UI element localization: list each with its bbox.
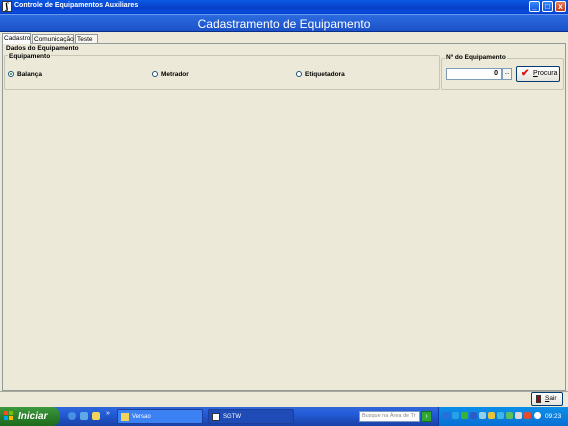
task-versao[interactable]: Versao <box>117 409 203 424</box>
radio-indicator <box>152 71 158 77</box>
radio-balanca[interactable]: Balança <box>8 71 42 79</box>
clock: 09:23 <box>545 413 562 420</box>
windows-logo-icon <box>4 411 14 421</box>
task-versao-label: Versao <box>132 414 151 420</box>
radio-metrador[interactable]: Metrador <box>152 71 189 79</box>
tray-icon[interactable] <box>497 412 504 419</box>
minimize-button[interactable]: _ <box>529 1 540 12</box>
window-title: Controle de Equipamentos Auxiliares <box>14 2 139 9</box>
search-go-button[interactable]: › <box>421 411 432 422</box>
folder-icon[interactable] <box>92 412 100 420</box>
quicklaunch-icon[interactable] <box>80 412 88 420</box>
equipment-number-input[interactable]: 0 <box>446 68 502 80</box>
equipment-data-label: Dados do Equipamento <box>6 45 79 52</box>
bottom-bar <box>0 391 568 407</box>
radio-etiquetadora-label: Etiquetadora <box>305 71 345 78</box>
radio-balanca-label: Balança <box>17 71 42 78</box>
radio-metrador-label: Metrador <box>161 71 189 78</box>
ie-icon[interactable] <box>68 412 76 420</box>
tab-cadastro[interactable]: Cadastro <box>2 33 31 44</box>
tray-icon[interactable] <box>488 412 495 419</box>
equipment-group-label: Equipamento <box>8 53 52 60</box>
tray-icon[interactable] <box>515 412 522 419</box>
maximize-button[interactable]: □ <box>542 1 553 12</box>
app-icon <box>212 413 220 421</box>
radio-etiquetadora[interactable]: Etiquetadora <box>296 71 345 79</box>
tray-icon[interactable] <box>524 412 531 419</box>
exit-button[interactable]: Sair <box>531 392 563 406</box>
close-button[interactable]: x <box>555 1 566 12</box>
exit-button-label: Sair <box>545 395 557 402</box>
taskbar: Iniciar » Versao SGTW Busque na Área de … <box>0 407 568 426</box>
search-button[interactable]: ✔ Procura <box>516 66 560 82</box>
volume-icon[interactable] <box>534 412 541 419</box>
header-banner: Cadastramento de Equipamento <box>0 14 568 32</box>
title-bar: ʃ Controle de Equipamentos Auxiliares _ … <box>0 0 568 14</box>
folder-icon <box>121 413 129 421</box>
desktop-search-input[interactable]: Busque na Área de Tr <box>359 411 420 422</box>
equipment-number-label: Nº do Equipamento <box>445 54 507 61</box>
task-sgtw[interactable]: SGTW <box>208 409 294 424</box>
equipment-group <box>4 55 440 90</box>
checkmark-icon: ✔ <box>521 68 530 79</box>
browse-button[interactable]: ... <box>502 68 512 80</box>
tray-icon[interactable] <box>506 412 513 419</box>
radio-indicator <box>296 71 302 77</box>
start-button[interactable]: Iniciar <box>0 407 60 426</box>
system-tray: 09:23 <box>438 407 568 426</box>
page-title: Cadastramento de Equipamento <box>197 17 371 31</box>
quicklaunch-chevron[interactable]: » <box>106 410 110 417</box>
tray-icon[interactable] <box>443 412 450 419</box>
start-label: Iniciar <box>18 411 48 422</box>
search-button-label: Procura <box>533 70 558 77</box>
radio-selected-indicator <box>8 71 14 77</box>
tray-icon[interactable] <box>452 412 459 419</box>
tray-icon[interactable] <box>470 412 477 419</box>
tray-icon[interactable] <box>461 412 468 419</box>
tab-panel <box>2 43 566 391</box>
tray-icon[interactable] <box>479 412 486 419</box>
task-sgtw-label: SGTW <box>223 414 241 420</box>
door-exit-icon <box>536 395 541 403</box>
app-icon[interactable]: ʃ <box>2 1 12 12</box>
